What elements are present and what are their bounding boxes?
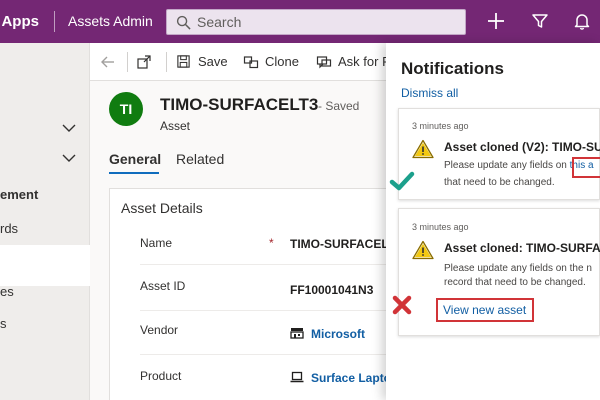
field-value-name[interactable]: TIMO-SURFACELT <box>290 237 395 251</box>
search-input[interactable]: Search <box>166 9 466 35</box>
save-button[interactable]: Save <box>176 43 228 81</box>
notification-time: 3 minutes ago <box>412 222 469 232</box>
filter-icon[interactable] <box>530 11 550 31</box>
ask-for-icon <box>316 56 332 69</box>
active-tab-indicator <box>109 172 159 174</box>
record-title: TIMO-SURFACELT3 <box>160 95 319 114</box>
notification-heading: Asset cloned (V2): TIMO-SU <box>444 140 600 154</box>
x-mark-icon <box>392 295 412 315</box>
nav-item[interactable]: rds <box>0 221 18 236</box>
notification-body: that need to be changed. <box>444 177 555 188</box>
save-icon <box>177 55 190 68</box>
notification-body: Please update any fields on the n <box>444 263 592 274</box>
warning-icon <box>412 139 434 159</box>
field-divider <box>140 354 400 355</box>
chevron-down-icon[interactable] <box>62 123 76 133</box>
topbar-divider <box>54 11 55 32</box>
warning-icon <box>412 240 434 260</box>
ask-for-label: Ask for R <box>338 54 392 69</box>
field-label-name: Name <box>140 236 173 250</box>
search-placeholder: Search <box>197 14 242 30</box>
field-label-vendor: Vendor <box>140 323 179 337</box>
field-divider <box>140 264 400 265</box>
nav-group-label[interactable]: ement <box>0 187 38 202</box>
nav-item[interactable]: es <box>0 284 14 299</box>
notification-time: 3 minutes ago <box>412 121 469 131</box>
plus-icon[interactable] <box>486 11 506 31</box>
dismiss-all-link[interactable]: Dismiss all <box>401 86 458 100</box>
search-icon <box>176 15 191 30</box>
command-divider <box>166 52 167 72</box>
clone-label: Clone <box>265 54 299 69</box>
highlight-box <box>572 157 600 178</box>
open-new-window-icon <box>137 55 151 69</box>
tab-related[interactable]: Related <box>176 151 224 167</box>
area-name[interactable]: Assets Admin <box>68 0 153 43</box>
back-button[interactable] <box>100 43 120 81</box>
laptop-icon <box>290 371 304 383</box>
notifications-title: Notifications <box>401 59 504 78</box>
notification-body: record that need to be changed. <box>444 277 586 288</box>
app-name[interactable]: r Apps <box>0 0 39 43</box>
ask-for-button[interactable]: Ask for R <box>316 43 391 81</box>
nav-item-selected[interactable] <box>0 245 90 286</box>
section-title: Asset Details <box>121 200 203 216</box>
field-value-asset-id[interactable]: FF10001041N3 <box>290 283 373 297</box>
view-new-asset-link[interactable]: View new asset <box>443 303 526 317</box>
save-label: Save <box>198 54 228 69</box>
notification-heading: Asset cloned: TIMO-SURFAC <box>444 241 600 255</box>
field-label-product: Product <box>140 369 182 383</box>
command-divider <box>127 52 128 72</box>
clone-icon <box>243 56 259 69</box>
check-mark-icon <box>389 171 415 191</box>
required-indicator: * <box>269 236 274 250</box>
chevron-down-icon[interactable] <box>62 153 76 163</box>
nav-item[interactable]: s <box>0 316 7 331</box>
open-in-new-window-button[interactable] <box>136 43 156 81</box>
back-arrow-icon <box>101 56 114 68</box>
field-value-product[interactable]: Surface Lapto <box>311 371 391 385</box>
top-app-bar: r Apps Assets Admin Search <box>0 0 600 43</box>
clone-button[interactable]: Clone <box>243 43 299 81</box>
vendor-building-icon <box>290 328 304 339</box>
field-divider <box>140 310 400 311</box>
field-label-asset-id: Asset ID <box>140 279 186 293</box>
field-value-vendor[interactable]: Microsoft <box>311 327 365 341</box>
tab-general[interactable]: General <box>109 151 161 167</box>
save-status: - Saved <box>318 99 360 113</box>
bell-icon[interactable] <box>572 11 592 31</box>
record-entity-type: Asset <box>160 119 191 133</box>
avatar: TI <box>109 92 143 126</box>
left-navigation: ement rds es s <box>0 43 90 400</box>
